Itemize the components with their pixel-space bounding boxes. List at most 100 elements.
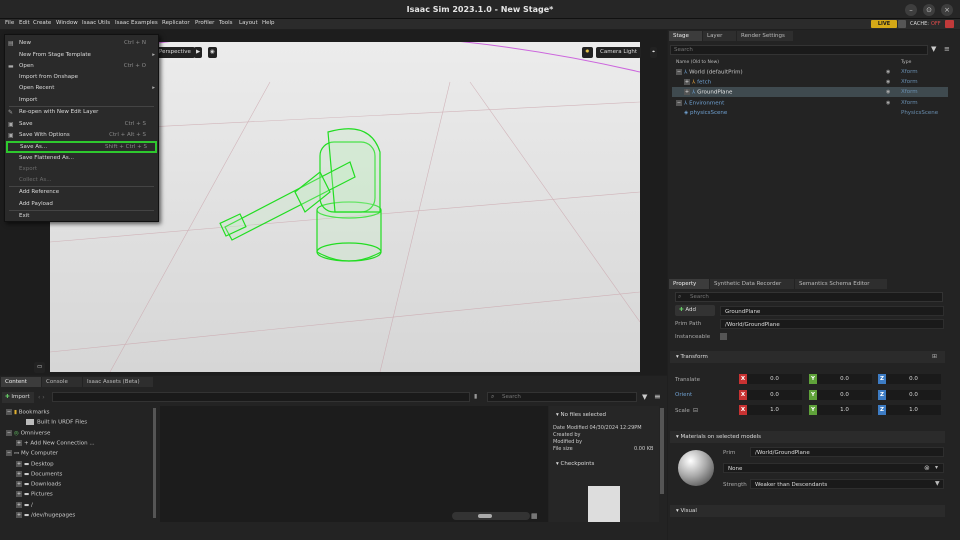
visibility-eye-icon[interactable]: ◉: [886, 79, 890, 85]
stage-row-world[interactable]: − ⅄ World (defaultPrim) Xform: [672, 67, 948, 77]
tab-render-settings[interactable]: Render Settings: [737, 31, 793, 41]
menu-add-reference[interactable]: Add Reference: [5, 187, 158, 198]
menu-new-from-template[interactable]: New From Stage Template ▸: [5, 50, 158, 61]
details-scrollbar[interactable]: [660, 408, 664, 494]
minimize-button[interactable]: –: [905, 4, 917, 16]
menu-file[interactable]: File: [5, 20, 14, 26]
column-name-header[interactable]: Name (Old to New): [676, 60, 719, 65]
material-select[interactable]: None: [723, 463, 944, 473]
menu-create[interactable]: Create: [33, 20, 51, 26]
orient-label[interactable]: Orient: [675, 392, 692, 398]
link-icon[interactable]: ⊟: [693, 407, 698, 414]
translate-y-field[interactable]: 0.0: [817, 374, 872, 384]
tree-root[interactable]: + ▬ /: [16, 502, 33, 509]
viewport-toggle-icon[interactable]: ▭: [34, 362, 46, 373]
cache-icon[interactable]: [945, 20, 954, 28]
tab-semantics-schema-editor[interactable]: Semantics Schema Editor: [795, 279, 887, 289]
stage-row-fetch[interactable]: + ⅄ fetch Xform: [672, 77, 948, 87]
collapse-icon[interactable]: −: [6, 409, 12, 415]
expand-icon[interactable]: +: [16, 491, 22, 497]
expand-icon[interactable]: +: [684, 79, 690, 85]
menu-profiler[interactable]: Profiler: [195, 20, 214, 26]
zoom-slider-handle[interactable]: [478, 514, 492, 518]
tab-content[interactable]: Content: [1, 377, 41, 387]
tab-layer[interactable]: Layer: [703, 31, 736, 41]
menu-layout[interactable]: Layout: [239, 20, 258, 26]
scale-z-field[interactable]: 1.0: [886, 405, 941, 415]
menu-replicator[interactable]: Replicator: [162, 20, 190, 26]
prim-path-field[interactable]: /World/GroundPlane: [720, 319, 944, 329]
expand-icon[interactable]: +: [16, 502, 22, 508]
translate-x-field[interactable]: 0.0: [747, 374, 802, 384]
tree-scrollbar[interactable]: [153, 408, 156, 518]
tab-stage[interactable]: Stage: [669, 31, 702, 41]
collapse-icon[interactable]: −: [676, 69, 682, 75]
tab-console[interactable]: Console: [42, 377, 82, 387]
menu-reopen-edit-layer[interactable]: ✎ Re-open with New Edit Layer: [5, 107, 158, 118]
expand-icon[interactable]: +: [16, 440, 22, 446]
tree-omniverse[interactable]: − ◎ Omniverse: [6, 430, 50, 437]
column-type-header[interactable]: Type: [901, 60, 911, 65]
camera-light-button[interactable]: Camera Light: [596, 47, 642, 58]
menu-save[interactable]: ▣ Save Ctrl + S: [5, 119, 158, 130]
pin-icon[interactable]: ⌖: [650, 47, 658, 58]
menu-open-recent[interactable]: Open Recent ▸: [5, 83, 158, 94]
transform-settings-icon[interactable]: ⊞: [932, 353, 937, 360]
menu-import[interactable]: Import: [5, 95, 158, 106]
sun-icon[interactable]: ✹: [582, 47, 593, 58]
collapse-icon[interactable]: −: [676, 100, 682, 106]
stage-row-environment[interactable]: − ⅄ Environment Xform: [672, 98, 948, 108]
tree-desktop[interactable]: + ▬ Desktop: [16, 461, 54, 468]
menu-help[interactable]: Help: [262, 20, 275, 26]
expand-icon[interactable]: +: [684, 89, 690, 95]
prim-name-field[interactable]: GroundPlane: [720, 306, 944, 316]
menu-save-flattened[interactable]: Save Flattened As...: [5, 153, 158, 164]
material-prim-field[interactable]: /World/GroundPlane: [750, 447, 944, 457]
add-button[interactable]: ✚ Add: [675, 305, 715, 316]
menu-save-with-options[interactable]: ▣ Save With Options Ctrl + Alt + S: [5, 130, 158, 141]
close-button[interactable]: ×: [941, 4, 953, 16]
strength-select[interactable]: Weaker than Descendants: [750, 479, 944, 489]
clear-icon[interactable]: ⊗: [924, 464, 930, 472]
dropdown-arrow-icon[interactable]: ▼: [935, 480, 940, 487]
scale-y-field[interactable]: 1.0: [817, 405, 872, 415]
filter-icon[interactable]: ▼: [642, 393, 647, 401]
path-field[interactable]: [52, 392, 470, 402]
play-icon[interactable]: ▶: [194, 47, 203, 58]
tree-built-in-urdf[interactable]: Built In URDF Files: [26, 419, 87, 426]
expand-icon[interactable]: +: [16, 512, 22, 518]
live-dropdown-icon[interactable]: [898, 20, 906, 28]
transform-section-header[interactable]: ▾ Transform: [670, 351, 945, 363]
orient-y-field[interactable]: 0.0: [817, 390, 872, 400]
stage-row-physicsscene[interactable]: ◈ physicsScene PhysicsScene: [672, 108, 948, 118]
property-search-input[interactable]: Search: [675, 292, 943, 302]
audio-icon[interactable]: ◉: [208, 47, 217, 58]
menu-edit[interactable]: Edit: [19, 20, 30, 26]
menu-open[interactable]: ▬ Open Ctrl + O: [5, 61, 158, 72]
tree-hugepages[interactable]: + ▬ /dev/hugepages: [16, 512, 75, 519]
menu-window[interactable]: Window: [56, 20, 78, 26]
bookmark-icon[interactable]: ▮: [474, 393, 477, 400]
menu-isaac-utils[interactable]: Isaac Utils: [82, 20, 110, 26]
menu-icon[interactable]: ≡: [944, 45, 950, 53]
tree-bookmarks[interactable]: − ▮ Bookmarks: [6, 409, 50, 416]
visibility-eye-icon[interactable]: ◉: [886, 89, 890, 95]
collapse-icon[interactable]: −: [6, 450, 12, 456]
stage-search-input[interactable]: Search: [670, 45, 928, 55]
tree-documents[interactable]: + ▬ Documents: [16, 471, 62, 478]
translate-z-field[interactable]: 0.0: [886, 374, 941, 384]
materials-section-header[interactable]: ▾ Materials on selected models: [670, 431, 945, 443]
tab-isaac-assets[interactable]: Isaac Assets (Beta): [83, 377, 153, 387]
visibility-eye-icon[interactable]: ◉: [886, 69, 890, 75]
checkpoints-header[interactable]: ▾ Checkpoints: [556, 461, 594, 467]
live-badge[interactable]: LIVE: [871, 20, 897, 28]
tree-add-connection[interactable]: + + Add New Connection ...: [16, 440, 95, 447]
back-icon[interactable]: ‹ ›: [38, 394, 45, 401]
tab-property[interactable]: Property: [669, 279, 709, 289]
content-search-input[interactable]: Search: [487, 392, 637, 402]
grid-view-icon[interactable]: ▦: [531, 512, 538, 520]
stage-row-groundplane[interactable]: + ⅄ GroundPlane Xform: [672, 87, 948, 97]
visual-section-header[interactable]: ▾ Visual: [670, 505, 945, 517]
menu-tools[interactable]: Tools: [219, 20, 233, 26]
tree-my-computer[interactable]: − ▭ My Computer: [6, 450, 58, 457]
